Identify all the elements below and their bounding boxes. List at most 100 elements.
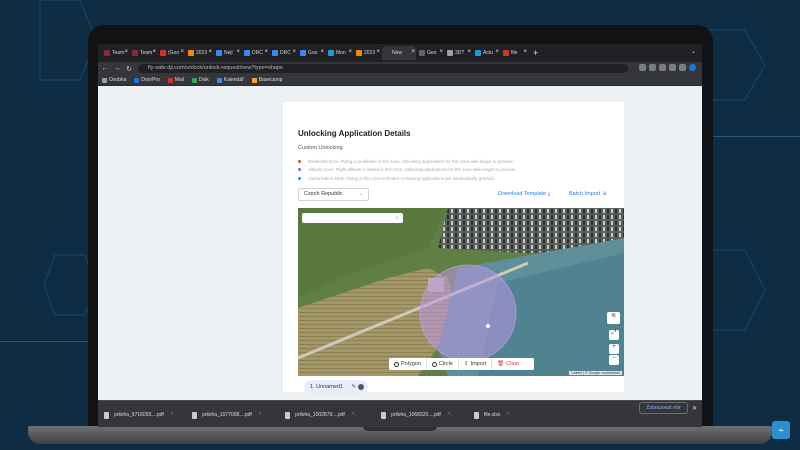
puzzle-icon[interactable]	[669, 64, 676, 71]
tab-14[interactable]: file ×	[501, 46, 528, 60]
zone-legend: Restricted Zone: Flying is prohibited in…	[298, 157, 517, 183]
tab-11[interactable]: Geo ×	[417, 46, 444, 60]
area-chip[interactable]: 1. Unnamed1 ✎	[304, 380, 368, 394]
sidebar-icon[interactable]	[679, 64, 686, 71]
country-select[interactable]: Czech Republic ⌄	[298, 188, 369, 201]
tab-close-icon[interactable]: ×	[152, 49, 156, 55]
tab-close-icon[interactable]: ×	[124, 49, 128, 55]
download-item[interactable]: file.xlsx ⌃	[474, 409, 511, 421]
tab-favicon-icon	[300, 50, 306, 56]
download-item[interactable]: priloha_9716093....pdf ⌃	[104, 409, 174, 421]
tab-close-icon[interactable]: ×	[467, 49, 471, 55]
share-icon[interactable]	[639, 64, 646, 71]
tab-close-icon[interactable]: ×	[236, 49, 240, 55]
tab-close-icon[interactable]: ×	[320, 49, 324, 55]
extension-icon[interactable]	[659, 64, 666, 71]
zone-dot-icon	[298, 176, 301, 180]
profile-avatar-icon[interactable]	[689, 64, 696, 71]
chevron-up-icon[interactable]: ⌃	[351, 412, 355, 418]
tab-search-icon[interactable]: ⌄	[691, 48, 696, 55]
tab-10[interactable]: New ×	[382, 46, 416, 60]
download-template-link[interactable]: Download Template ⤓	[498, 191, 550, 198]
map-view[interactable]: ⌕ ≋ ⤢ + − Polygon Circle ⇪ Import 🗑 Clear …	[298, 208, 624, 376]
remove-icon[interactable]	[358, 384, 364, 390]
chevron-up-icon[interactable]: ⌃	[258, 412, 262, 418]
circle-tool[interactable]: Circle	[427, 358, 459, 370]
download-filename: priloha_1068320....pdf	[391, 412, 441, 418]
tab-close-icon[interactable]: ×	[411, 49, 415, 55]
satellite-imagery	[298, 208, 624, 376]
new-tab-icon[interactable]: +	[533, 48, 538, 58]
tab-3[interactable]: 2023 ×	[186, 46, 213, 60]
tab-6[interactable]: DRC ×	[270, 46, 297, 60]
tab-5[interactable]: DRC ×	[242, 46, 269, 60]
tab-13[interactable]: Actu ×	[473, 46, 500, 60]
bookmark-item[interactable]: Basecamp	[251, 77, 282, 83]
tab-2[interactable]: (Goo ×	[158, 46, 185, 60]
tab-favicon-icon	[188, 50, 194, 56]
tab-close-icon[interactable]: ×	[264, 49, 268, 55]
download-item[interactable]: priloha_1068320....pdf ⌃	[381, 409, 451, 421]
fullscreen-icon[interactable]: ⤢	[609, 330, 619, 340]
chevron-up-icon[interactable]: ⌃	[170, 412, 174, 418]
polygon-tool[interactable]: Polygon	[389, 358, 427, 370]
zoom-out-button[interactable]: −	[609, 355, 619, 365]
back-icon[interactable]: ←	[100, 65, 110, 72]
bookmarks-bar: Osobka DronPro Mail Disk Kalendář Basecamp	[98, 75, 702, 86]
layers-icon[interactable]: ≋	[607, 312, 620, 324]
import-tool[interactable]: ⇪ Import	[459, 358, 493, 370]
tab-close-icon[interactable]: ×	[439, 49, 443, 55]
import-icon: ⇪	[463, 361, 469, 367]
close-downloads-icon[interactable]: ✕	[692, 405, 697, 412]
tab-close-icon[interactable]: ×	[523, 49, 527, 55]
tab-close-icon[interactable]: ×	[348, 49, 352, 55]
bookmark-item[interactable]: Mail	[167, 77, 184, 83]
zone-legend-item: Altitude Zone: Flight altitude is limite…	[298, 166, 517, 175]
bookmark-item[interactable]: Kalendář	[216, 77, 244, 83]
map-search-input[interactable]: ⌕	[302, 213, 403, 223]
tab-close-icon[interactable]: ×	[376, 49, 380, 55]
tab-8[interactable]: Mon ×	[326, 46, 353, 60]
search-icon: ⌕	[395, 215, 398, 221]
tab-close-icon[interactable]: ×	[208, 49, 212, 55]
clear-tool[interactable]: 🗑 Clear	[492, 358, 524, 370]
tab-7[interactable]: Goo ×	[298, 46, 325, 60]
bookmark-icon	[167, 77, 173, 83]
tab-label: (Goo	[168, 50, 180, 56]
chevron-up-icon[interactable]: ⌃	[506, 412, 510, 418]
tab-label: 3D?	[455, 50, 465, 56]
tab-12[interactable]: 3D? ×	[445, 46, 472, 60]
tab-favicon-icon	[384, 50, 390, 56]
url-input[interactable]: fly-safe.dji.com/unlock/unlock-request/n…	[138, 64, 628, 73]
chevron-up-icon[interactable]: ⌃	[447, 412, 451, 418]
tab-close-icon[interactable]: ×	[292, 49, 296, 55]
bookmark-item[interactable]: DronPro	[134, 77, 160, 83]
bookmark-item[interactable]: Osobka	[102, 77, 126, 83]
tab-favicon-icon	[160, 50, 166, 56]
tab-close-icon[interactable]: ×	[495, 49, 499, 55]
tab-label: Goo	[308, 50, 318, 56]
zoom-in-button[interactable]: +	[609, 344, 619, 354]
tab-close-icon[interactable]: ×	[180, 49, 184, 55]
tab-favicon-icon	[216, 50, 222, 56]
show-all-downloads-button[interactable]: Zobrazovat vše	[639, 402, 688, 414]
bookmark-star-icon[interactable]	[649, 64, 656, 71]
download-item[interactable]: priloha_1002879....pdf ⌃	[285, 409, 355, 421]
edit-icon[interactable]: ✎	[351, 380, 356, 394]
batch-import-link[interactable]: Batch Import ⇲	[569, 191, 606, 197]
tab-favicon-icon	[356, 50, 362, 56]
tab-label: DRC	[280, 50, 291, 56]
tab-9[interactable]: 2023 ×	[354, 46, 381, 60]
download-item[interactable]: priloha_1077008....pdf ⌃	[192, 409, 262, 421]
tab-1[interactable]: Team ×	[130, 46, 157, 60]
tab-4[interactable]: Nejl ×	[214, 46, 241, 60]
forward-icon[interactable]: →	[112, 65, 122, 72]
downloads-bar: priloha_9716093....pdf ⌃ priloha_1077008..…	[98, 400, 702, 427]
reload-icon[interactable]: ↻	[124, 65, 134, 73]
tab-label: 2023	[196, 50, 208, 56]
trash-icon: 🗑	[497, 361, 505, 367]
bookmark-item[interactable]: Disk	[192, 77, 209, 83]
tab-0[interactable]: Team ×	[102, 46, 129, 60]
tab-strip: Team × Team × (Goo × 2023 × Nejl × DRC × DRC × Goo × Mon…	[98, 44, 702, 62]
extension-icons	[639, 64, 696, 71]
